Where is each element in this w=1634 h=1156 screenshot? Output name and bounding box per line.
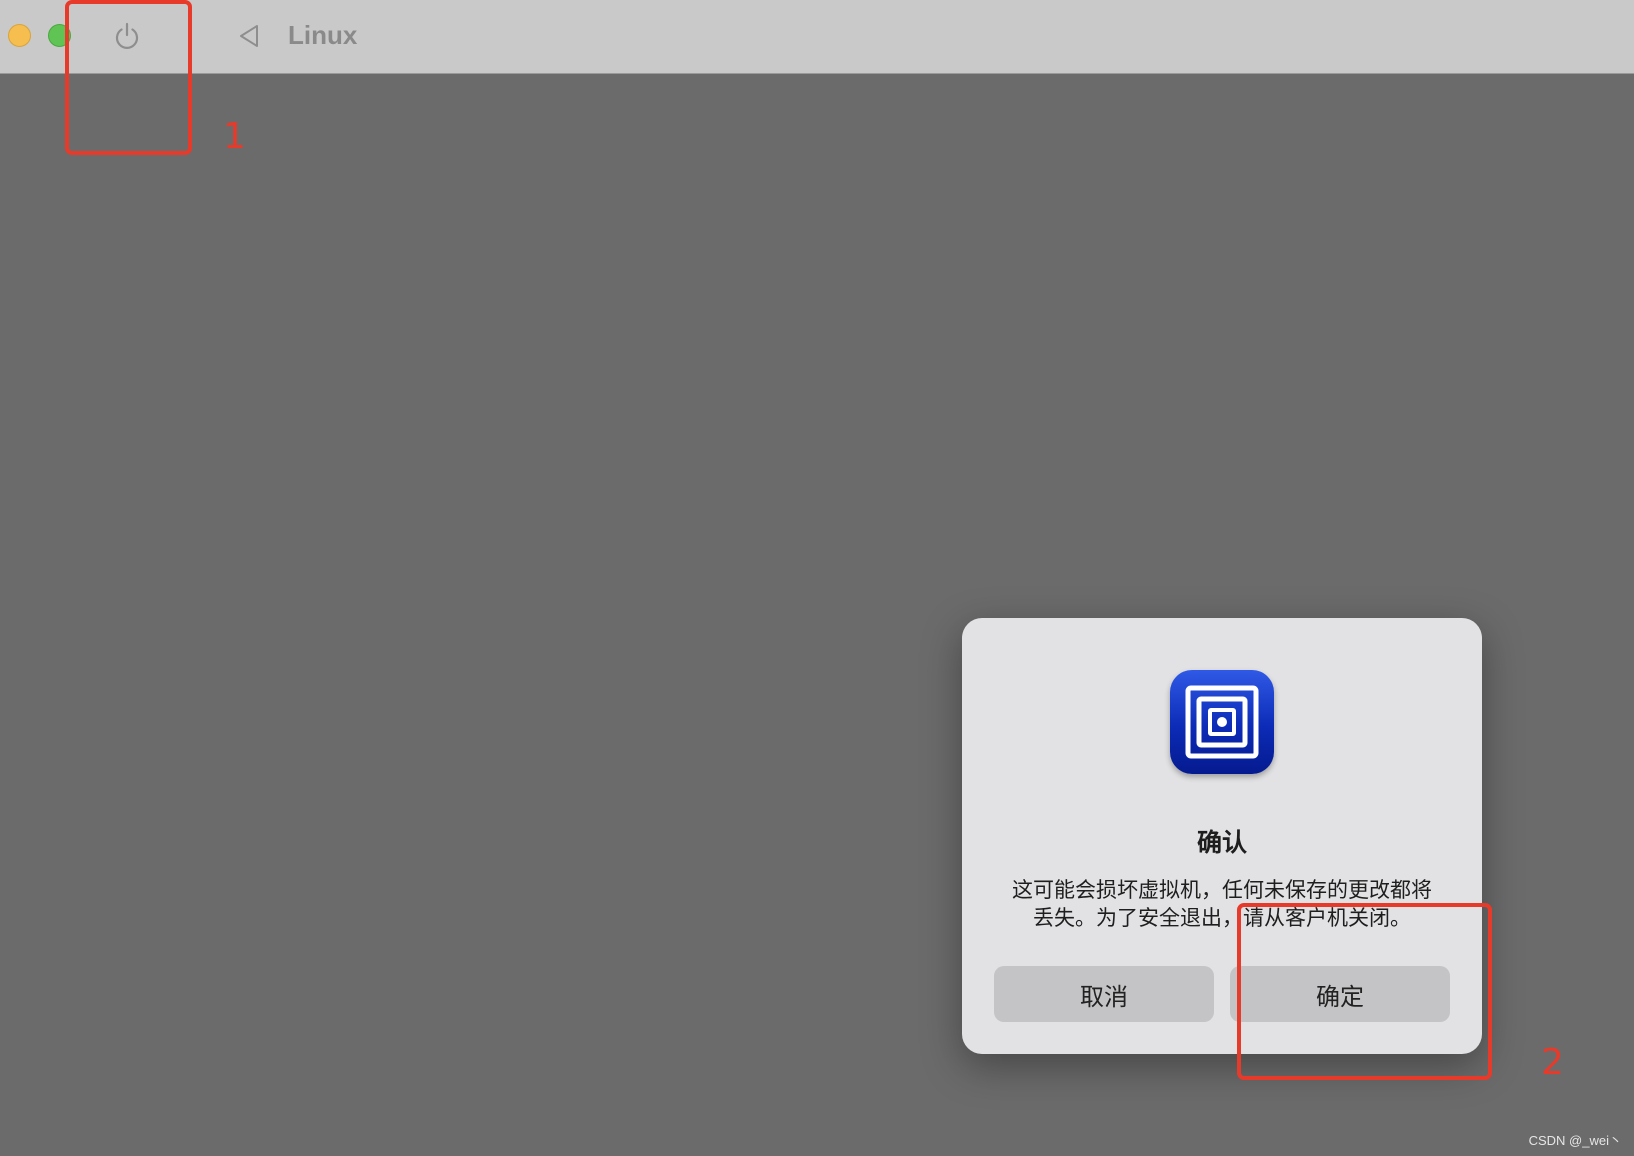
utm-app-icon xyxy=(1170,670,1274,774)
window-title: Linux xyxy=(288,20,358,50)
annotation-label-2: 2 xyxy=(1541,1042,1564,1083)
watermark: CSDN @_wei丶 xyxy=(1528,1133,1622,1148)
annotation-label-1: 1 xyxy=(223,116,246,157)
triangle-left-icon xyxy=(240,25,258,47)
minimize-window-button[interactable] xyxy=(8,24,31,47)
send-key-button[interactable] xyxy=(229,16,269,56)
annotation-box-2 xyxy=(1237,903,1492,1080)
cancel-button[interactable]: 取消 xyxy=(994,966,1214,1022)
window-titlebar: Linux xyxy=(0,0,1634,74)
annotation-box-1 xyxy=(65,0,192,155)
dialog-title: 确认 xyxy=(1196,828,1247,857)
